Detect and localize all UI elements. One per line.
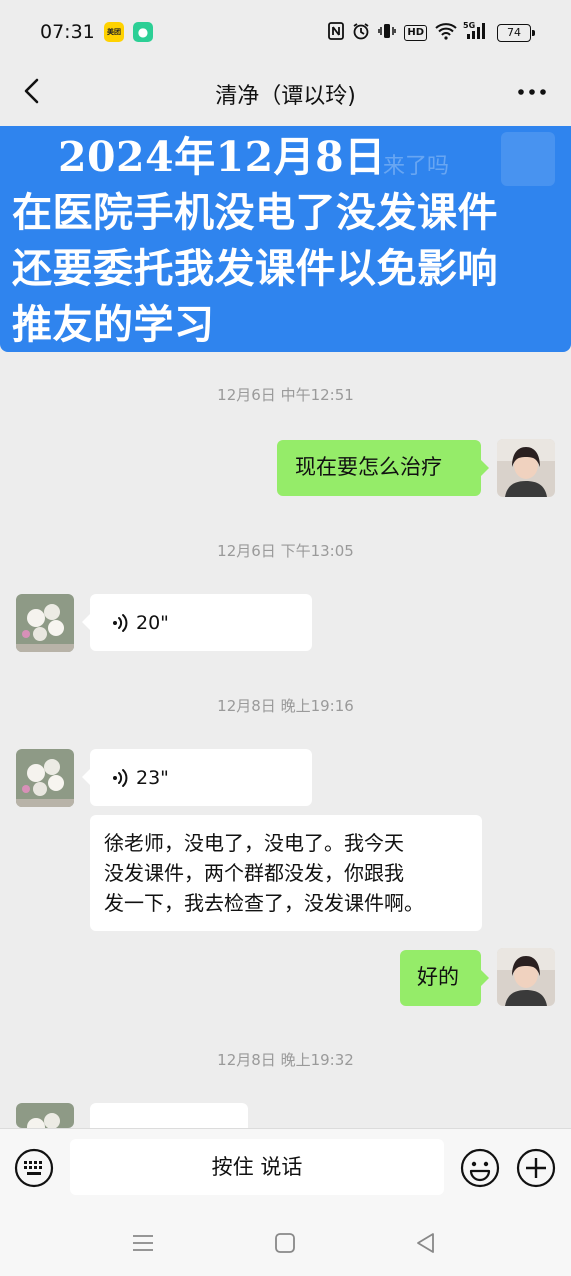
contact-avatar[interactable] <box>16 1103 74 1128</box>
voice-duration: 20" <box>136 611 169 634</box>
caption-background-fragment: 来了吗 <box>383 154 450 179</box>
hd-icon: HD <box>404 25 427 41</box>
system-back-button[interactable] <box>413 1230 439 1256</box>
status-time: 07:31 <box>40 21 95 43</box>
user-avatar-icon <box>497 439 555 497</box>
system-navigation-bar <box>0 1208 571 1276</box>
emoji-icon <box>460 1148 500 1188</box>
message-text-line: 发一下，我去检查了，没发课件啊。 <box>104 891 424 915</box>
keyboard-icon <box>14 1148 54 1188</box>
voice-message-bubble[interactable] <box>90 1103 248 1128</box>
hold-to-talk-button[interactable]: 按住 说话 <box>70 1139 444 1195</box>
voice-message-bubble[interactable]: 20" <box>82 594 312 651</box>
caption-overlay: 来了吗 2024年12月8日 在医院手机没电了没发课件 还要委托我发课件以免影响… <box>0 126 571 352</box>
vibrate-icon <box>378 22 397 45</box>
caption-background-avatar <box>501 132 555 186</box>
plus-icon <box>516 1148 556 1188</box>
status-icons: HD 5G 74 <box>328 21 535 45</box>
signal-icon: 5G <box>463 21 489 45</box>
recent-apps-button[interactable] <box>130 1230 156 1256</box>
caption-date: 2024年12月8日 <box>58 133 386 181</box>
input-bar: 按住 说话 <box>0 1128 571 1208</box>
chat-title: 清净（谭以玲) <box>215 84 356 109</box>
flower-avatar-icon <box>16 749 74 807</box>
my-text-bubble[interactable]: 现在要怎么治疗 <box>277 440 489 496</box>
message-timestamp: 12月6日 下午13:05 <box>217 542 354 560</box>
message-text: 现在要怎么治疗 <box>295 455 442 479</box>
home-button[interactable] <box>272 1230 298 1256</box>
home-square-icon <box>275 1233 295 1253</box>
my-text-bubble[interactable]: 好的 <box>400 950 489 1006</box>
my-avatar[interactable] <box>497 439 555 497</box>
back-triangle-icon <box>417 1233 434 1253</box>
message-timestamp: 12月8日 晚上19:32 <box>217 1051 354 1069</box>
flower-avatar-icon <box>16 594 74 652</box>
wifi-icon <box>435 22 457 45</box>
caption-line-2: 在医院手机没电了没发课件 <box>12 189 498 236</box>
my-avatar[interactable] <box>497 948 555 1006</box>
status-bar: 07:31 美团 ● HD 5G 74 <box>0 0 571 64</box>
voice-wave-icon <box>113 768 128 787</box>
contact-text-bubble[interactable]: 徐老师，没电了，没电了。我今天 没发课件，两个群都没发，你跟我 发一下，我去检查… <box>90 815 482 931</box>
message-timestamp: 12月8日 晚上19:16 <box>217 697 354 715</box>
message-text-line: 徐老师，没电了，没电了。我今天 <box>104 831 404 855</box>
contact-avatar[interactable] <box>16 749 74 807</box>
more-dots-icon <box>518 89 546 95</box>
voice-wave-icon <box>113 613 128 632</box>
chat-app-icon: ● <box>133 22 153 42</box>
nfc-icon <box>328 21 345 45</box>
more-functions-button[interactable] <box>516 1148 556 1188</box>
flower-avatar-icon <box>16 1103 74 1128</box>
voice-duration: 23" <box>136 766 169 789</box>
battery-indicator: 74 <box>497 24 535 42</box>
signal-label: 5G <box>463 20 476 30</box>
chat-header: 清净（谭以玲) <box>0 64 571 120</box>
user-avatar-icon <box>497 948 555 1006</box>
keyboard-toggle-button[interactable] <box>14 1148 54 1188</box>
voice-message-bubble[interactable]: 23" <box>82 749 312 806</box>
message-text-line: 没发课件，两个群都没发，你跟我 <box>104 861 404 885</box>
meituan-app-icon: 美团 <box>104 22 124 42</box>
emoji-button[interactable] <box>460 1148 500 1188</box>
message-text: 好的 <box>417 965 459 989</box>
alarm-icon <box>352 22 370 45</box>
more-button[interactable] <box>515 80 549 104</box>
contact-avatar[interactable] <box>16 594 74 652</box>
caption-line-4: 推友的学习 <box>12 301 215 348</box>
message-timestamp: 12月6日 中午12:51 <box>217 386 354 404</box>
menu-lines-icon <box>133 1235 153 1251</box>
caption-line-3: 还要委托我发课件以免影响 <box>12 245 498 292</box>
